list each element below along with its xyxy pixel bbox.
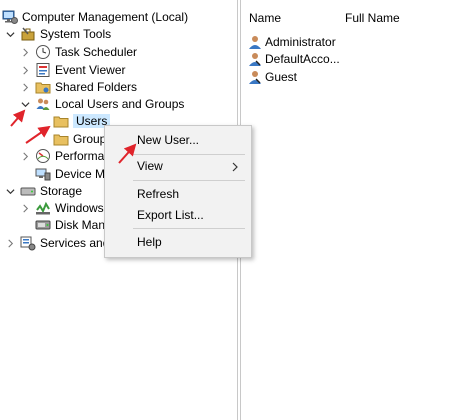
menu-item-view[interactable]: View	[137, 156, 247, 176]
menu-separator	[133, 180, 245, 181]
chevron-down-icon[interactable]	[4, 28, 16, 40]
tree-item-services-and-applications[interactable]: Services and	[4, 234, 109, 252]
user-icon	[247, 34, 263, 50]
tree-item-task-scheduler[interactable]: Task Scheduler	[19, 43, 137, 61]
device-manager-icon	[35, 166, 51, 182]
chevron-down-icon[interactable]	[4, 185, 16, 197]
toolbox-icon	[20, 26, 36, 42]
context-menu: New User... View Refresh Export List... …	[104, 125, 252, 258]
tree-item-local-users-and-groups[interactable]: Local Users and Groups	[19, 95, 184, 113]
menu-separator	[133, 228, 245, 229]
tree-item-computer-management[interactable]: Computer Management (Local)	[2, 8, 188, 26]
tree-label-system-tools: System Tools	[40, 27, 112, 41]
details-list-pane: Name Full Name Administrator DefaultAcco…	[240, 0, 474, 420]
user-name: Administrator	[265, 34, 336, 49]
tree-item-shared-folders[interactable]: Shared Folders	[19, 78, 137, 96]
tree-item-users[interactable]: Users	[53, 112, 111, 130]
windows-backup-icon	[35, 200, 51, 216]
chevron-right-icon[interactable]	[19, 202, 31, 214]
tree-label-disk-management: Disk Man	[55, 218, 106, 232]
menu-item-export-list[interactable]: Export List...	[137, 205, 247, 225]
user-name: Guest	[265, 69, 298, 84]
user-icon	[247, 69, 263, 85]
tree-label-event-viewer: Event Viewer	[55, 63, 126, 77]
chevron-right-icon[interactable]	[4, 237, 16, 249]
event-viewer-icon	[35, 62, 51, 78]
list-item-user[interactable]: Administrator	[247, 33, 336, 50]
folder-icon	[53, 113, 69, 129]
disk-management-icon	[35, 217, 51, 233]
chevron-right-icon[interactable]	[19, 150, 31, 162]
list-item-user[interactable]: DefaultAcco...	[247, 50, 340, 67]
menu-item-refresh[interactable]: Refresh	[137, 184, 247, 204]
chevron-down-icon[interactable]	[19, 98, 31, 110]
tree-label-device-manager: Device M	[55, 167, 106, 181]
shared-folder-icon	[35, 79, 51, 95]
tree-item-disk-management[interactable]: Disk Man	[35, 216, 105, 234]
tree-label-storage: Storage	[40, 184, 83, 198]
menu-separator	[133, 154, 245, 155]
menu-label-help: Help	[137, 235, 162, 249]
users-groups-icon	[35, 96, 51, 112]
tree-label-task-scheduler: Task Scheduler	[55, 45, 138, 59]
menu-label-export-list: Export List...	[137, 208, 204, 222]
tree-label-services-and-applications: Services and	[40, 236, 110, 250]
tree-item-groups[interactable]: Group	[53, 130, 106, 148]
menu-item-new-user[interactable]: New User...	[137, 130, 247, 150]
chevron-right-icon	[231, 161, 239, 175]
column-header-name[interactable]: Name	[249, 11, 281, 25]
storage-icon	[20, 183, 36, 199]
menu-label-view: View	[137, 159, 163, 173]
tree-label-windows-backup: Windows	[55, 201, 104, 215]
folder-icon	[53, 131, 69, 147]
tree-item-system-tools[interactable]: System Tools	[4, 25, 111, 43]
tree-item-windows-backup[interactable]: Windows	[19, 199, 104, 217]
chevron-right-icon[interactable]	[19, 46, 31, 58]
menu-label-new-user: New User...	[137, 133, 200, 147]
tree-root-label: Computer Management (Local)	[22, 10, 189, 24]
tree-label-local-users-and-groups: Local Users and Groups	[55, 97, 185, 111]
clock-icon	[35, 44, 51, 60]
computer-management-icon	[2, 9, 18, 25]
tree-item-event-viewer[interactable]: Event Viewer	[19, 61, 125, 79]
menu-item-help[interactable]: Help	[137, 232, 247, 252]
user-icon	[247, 51, 263, 67]
tree-label-shared-folders: Shared Folders	[55, 80, 138, 94]
column-header-full-name[interactable]: Full Name	[345, 11, 400, 25]
tree-item-performance[interactable]: Performa	[19, 147, 104, 165]
menu-label-refresh: Refresh	[137, 187, 180, 201]
performance-icon	[35, 148, 51, 164]
tree-item-device-manager[interactable]: Device M	[35, 165, 105, 183]
tree-label-performance: Performa	[55, 149, 105, 163]
chevron-right-icon[interactable]	[19, 81, 31, 93]
services-icon	[20, 235, 36, 251]
list-item-user[interactable]: Guest	[247, 68, 297, 85]
user-name: DefaultAcco...	[265, 51, 340, 66]
tree-item-storage[interactable]: Storage	[4, 182, 82, 200]
chevron-right-icon[interactable]	[19, 64, 31, 76]
tree-label-groups: Group	[73, 132, 107, 146]
